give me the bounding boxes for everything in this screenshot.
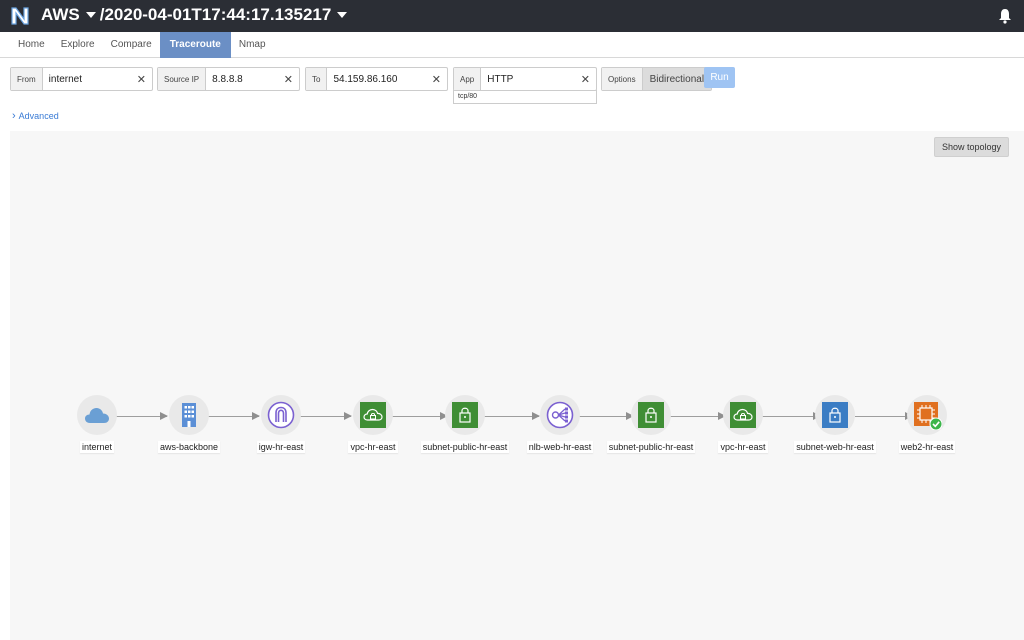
bell-icon[interactable] — [998, 8, 1012, 24]
node-label: subnet-public-hr-east — [606, 441, 696, 453]
node-label: web2-hr-east — [898, 441, 956, 453]
tab-traceroute[interactable]: Traceroute — [159, 32, 231, 58]
tab-explore[interactable]: Explore — [53, 32, 103, 58]
network-dropdown-icon[interactable] — [85, 12, 96, 18]
subnet-lock-icon — [445, 395, 485, 435]
snapshot-dropdown-icon[interactable] — [337, 12, 348, 18]
node-label: vpc-hr-east — [348, 441, 398, 453]
bidirectional-toggle[interactable]: Bidirectional — [642, 68, 712, 90]
node-label: vpc-hr-east — [718, 441, 768, 453]
clear-app-icon[interactable]: ✕ — [581, 73, 596, 86]
options-label: Options — [602, 68, 643, 90]
chevron-right-icon: › — [12, 110, 16, 122]
arrow-icon — [160, 412, 168, 420]
network-name[interactable]: AWS — [41, 5, 80, 25]
show-topology-button[interactable]: Show topology — [933, 137, 1009, 157]
options-group: Options Bidirectional — [601, 67, 713, 91]
cloud-icon — [77, 395, 117, 435]
trace-canvas[interactable]: Show topology internet aws-backbone igw-… — [10, 131, 1024, 640]
to-field[interactable]: To 54.159.86.160 ✕ — [305, 67, 448, 91]
subnet-lock-icon — [815, 395, 855, 435]
node-label: subnet-web-hr-east — [794, 441, 876, 453]
tab-compare[interactable]: Compare — [103, 32, 160, 58]
node-label: igw-hr-east — [256, 441, 306, 453]
subnet-lock-icon — [631, 395, 671, 435]
nav-tabs: Home Explore Compare Traceroute Nmap — [0, 32, 1024, 58]
node-label: aws-backbone — [157, 441, 221, 453]
source-ip-label: Source IP — [158, 68, 207, 90]
from-label: From — [11, 68, 43, 90]
path-edge — [758, 416, 820, 417]
app-label: App — [454, 68, 482, 90]
clear-from-icon[interactable]: ✕ — [137, 73, 152, 86]
from-input[interactable]: internet — [43, 74, 137, 85]
run-button[interactable]: Run — [704, 67, 735, 88]
clear-source-ip-icon[interactable]: ✕ — [284, 73, 299, 86]
top-bar: AWS /2020-04-01T17:44:17.135217 — [0, 0, 1024, 32]
to-label: To — [306, 68, 328, 90]
arrow-icon — [252, 412, 260, 420]
app-port-hint: tcp/80 — [453, 90, 597, 104]
snapshot-name[interactable]: /2020-04-01T17:44:17.135217 — [100, 5, 332, 25]
from-field[interactable]: From internet ✕ — [10, 67, 153, 91]
internet-gateway-icon — [261, 395, 301, 435]
vpc-icon — [723, 395, 763, 435]
app-input[interactable]: HTTP — [481, 74, 581, 85]
node-label: nlb-web-hr-east — [526, 441, 594, 453]
node-label: subnet-public-hr-east — [420, 441, 510, 453]
path-edge — [571, 416, 633, 417]
advanced-toggle[interactable]: › Advanced — [12, 110, 59, 122]
load-balancer-icon — [540, 395, 580, 435]
vpc-icon — [353, 395, 393, 435]
arrow-icon — [532, 412, 540, 420]
building-icon — [169, 395, 209, 435]
source-ip-input[interactable]: 8.8.8.8 — [206, 74, 284, 85]
path-edge — [482, 416, 539, 417]
tab-home[interactable]: Home — [10, 32, 53, 58]
arrow-icon — [344, 412, 352, 420]
clear-to-icon[interactable]: ✕ — [432, 73, 447, 86]
app-field[interactable]: App HTTP ✕ — [453, 67, 597, 91]
ec2-instance-icon — [907, 395, 947, 435]
path-edge — [666, 416, 725, 417]
app-logo[interactable] — [9, 5, 31, 27]
source-ip-field[interactable]: Source IP 8.8.8.8 ✕ — [157, 67, 300, 91]
snapshot-selector: AWS /2020-04-01T17:44:17.135217 — [41, 5, 351, 25]
node-label: internet — [79, 441, 115, 453]
path-edge — [855, 416, 912, 417]
to-input[interactable]: 54.159.86.160 — [327, 74, 431, 85]
tab-nmap[interactable]: Nmap — [231, 32, 274, 58]
advanced-label: Advanced — [18, 111, 59, 121]
